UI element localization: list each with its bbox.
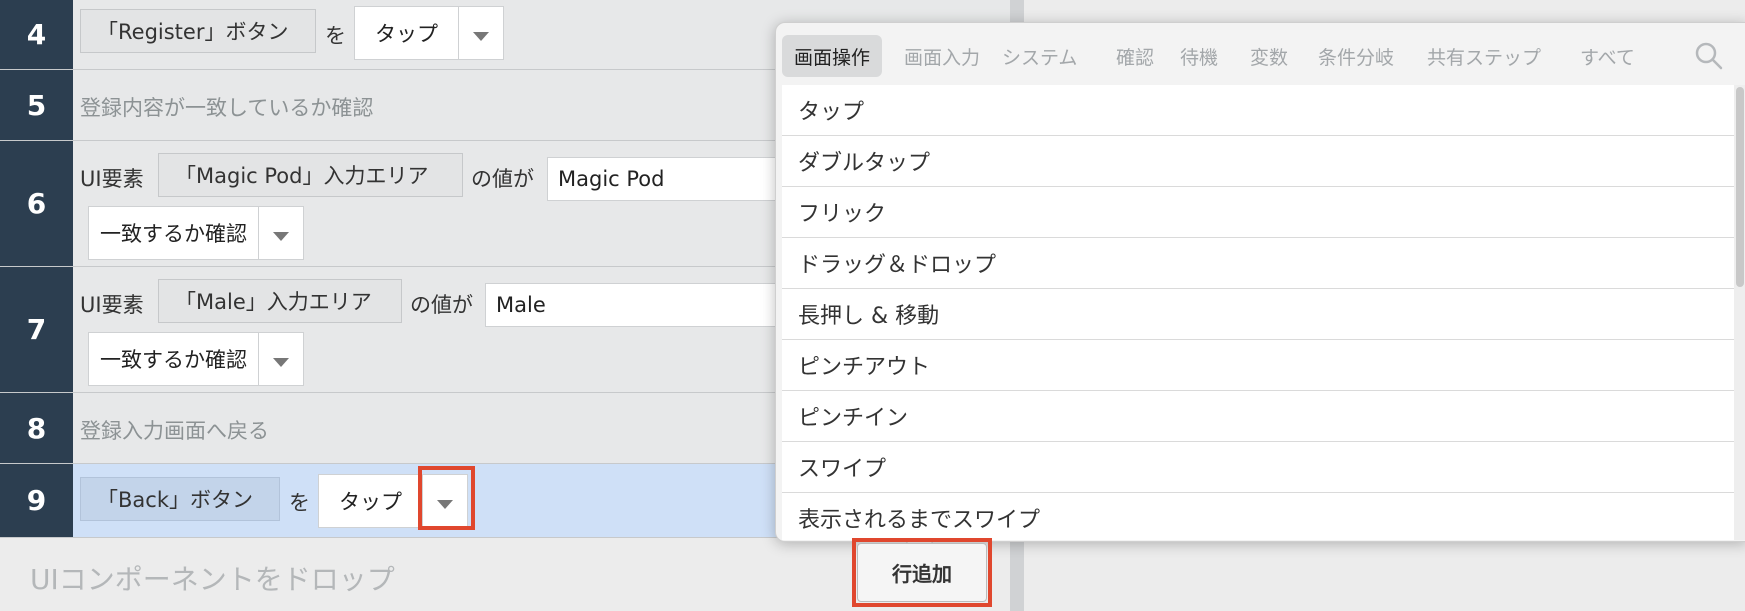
tab-all[interactable]: すべて <box>1568 35 1647 77</box>
command-tabs: 画面操作 画面入力 システム 確認 待機 変数 条件分岐 共有ステップ すべて <box>782 35 1745 79</box>
scrollbar-thumb[interactable] <box>1736 87 1744 287</box>
step-number: 5 <box>0 70 73 140</box>
chevron-down-icon <box>273 358 289 367</box>
tab-screen-input[interactable]: 画面入力 <box>892 35 992 77</box>
tab-system[interactable]: システム <box>990 35 1089 77</box>
tab-verify[interactable]: 確認 <box>1104 35 1166 77</box>
add-row-highlight <box>852 538 992 607</box>
assert-action-select[interactable]: 一致するか確認 <box>88 332 304 386</box>
assert-action-label: 一致するか確認 <box>100 348 247 372</box>
step-number: 9 <box>0 464 73 537</box>
command-list: タップ ダブルタップ フリック ドラッグ＆ドロップ 長押し & 移動 ピンチアウ… <box>782 85 1736 540</box>
target-element-chip[interactable]: 「Male」入力エリア <box>158 279 402 323</box>
tab-variable[interactable]: 変数 <box>1238 35 1300 77</box>
particle-text: の値が <box>471 167 534 191</box>
action-select-label: タップ <box>375 22 438 46</box>
command-item-drag-drop[interactable]: ドラッグ＆ドロップ <box>782 238 1736 289</box>
command-list-scrollbar[interactable] <box>1734 85 1745 540</box>
action-dropdown-button[interactable] <box>458 7 503 59</box>
step-number: 4 <box>0 0 73 69</box>
command-item-pinch-out[interactable]: ピンチアウト <box>782 340 1736 391</box>
command-item-double-tap[interactable]: ダブルタップ <box>782 136 1736 187</box>
tab-shared-step[interactable]: 共有ステップ <box>1415 35 1553 77</box>
assert-action-label: 一致するか確認 <box>100 222 247 246</box>
tab-wait[interactable]: 待機 <box>1168 35 1230 77</box>
command-item-flick[interactable]: フリック <box>782 187 1736 238</box>
drop-zone-placeholder: UIコンポーネントをドロップ <box>30 563 395 596</box>
ui-element-label: UI要素 <box>80 293 144 317</box>
command-item-swipe-until-visible[interactable]: 表示されるまでスワイプ <box>782 493 1736 540</box>
particle-text: を <box>325 24 346 48</box>
command-item-pinch-in[interactable]: ピンチイン <box>782 391 1736 442</box>
chevron-down-icon <box>473 32 489 41</box>
search-icon[interactable] <box>1694 41 1724 71</box>
step-comment[interactable]: 登録入力画面へ戻る <box>80 415 269 445</box>
command-picker-popup: 画面操作 画面入力 システム 確認 待機 変数 条件分岐 共有ステップ すべて … <box>775 22 1745 542</box>
particle-text: の値が <box>410 293 473 317</box>
dropdown-highlight <box>418 466 475 530</box>
command-item-swipe[interactable]: スワイプ <box>782 442 1736 493</box>
tab-screen-operation[interactable]: 画面操作 <box>782 35 883 77</box>
step-number: 8 <box>0 393 73 463</box>
command-item-long-press-move[interactable]: 長押し & 移動 <box>782 289 1736 340</box>
assert-dropdown-button[interactable] <box>258 207 303 259</box>
target-element-chip[interactable]: 「Register」ボタン <box>80 9 316 53</box>
tab-conditional[interactable]: 条件分岐 <box>1306 35 1406 77</box>
step-number: 7 <box>0 267 73 392</box>
ui-element-label: UI要素 <box>80 167 144 191</box>
expected-value-input[interactable]: Magic Pod <box>547 157 787 201</box>
step-comment[interactable]: 登録内容が一致しているか確認 <box>80 92 373 122</box>
particle-text: を <box>289 491 310 515</box>
target-element-chip[interactable]: 「Magic Pod」入力エリア <box>158 153 463 197</box>
assert-action-select[interactable]: 一致するか確認 <box>88 206 304 260</box>
action-select-label: タップ <box>339 490 402 514</box>
expected-value-input[interactable]: Male <box>485 283 785 327</box>
assert-dropdown-button[interactable] <box>258 333 303 385</box>
command-item-tap[interactable]: タップ <box>782 85 1736 136</box>
chevron-down-icon <box>273 232 289 241</box>
step-number: 6 <box>0 141 73 266</box>
target-element-chip[interactable]: 「Back」ボタン <box>80 477 280 521</box>
action-select[interactable]: タップ <box>354 6 504 60</box>
